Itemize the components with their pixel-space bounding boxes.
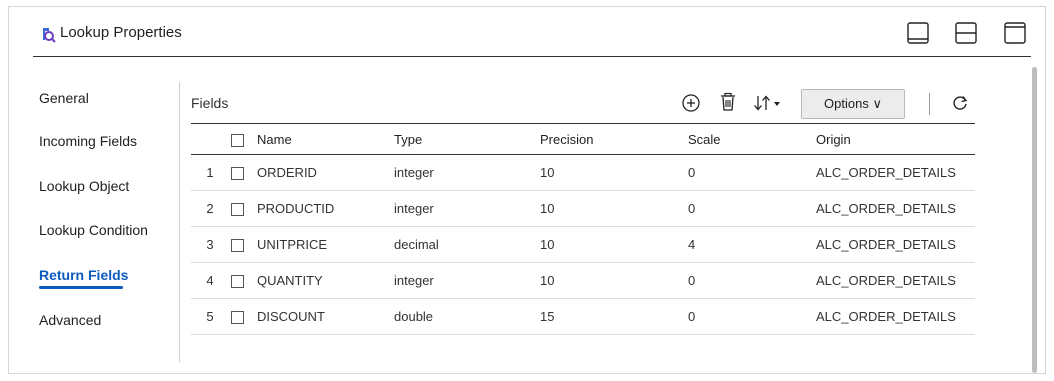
field-type[interactable]: integer — [394, 190, 540, 227]
fields-table: Name Type Precision Scale Origin 1 ORDER… — [191, 123, 975, 335]
row-number: 1 — [191, 154, 229, 191]
nav-item-general[interactable]: General — [39, 90, 89, 106]
table-row[interactable]: 3 UNITPRICE decimal 10 4 ALC_ORDER_DETAI… — [191, 226, 975, 263]
nav-item-advanced[interactable]: Advanced — [39, 312, 101, 328]
row-checkbox-cell — [229, 190, 257, 227]
select-all-checkbox[interactable] — [231, 133, 244, 147]
trash-icon[interactable] — [719, 92, 737, 117]
select-all-cell — [229, 123, 257, 155]
add-circle-icon[interactable] — [681, 93, 701, 118]
field-origin: ALC_ORDER_DETAILS — [816, 262, 975, 299]
toolbar-separator — [929, 93, 930, 115]
field-precision[interactable]: 10 — [540, 190, 688, 227]
row-number: 2 — [191, 190, 229, 227]
properties-nav: General Incoming Fields Lookup Object Lo… — [9, 57, 179, 373]
sort-icon[interactable] — [752, 93, 786, 118]
nav-item-lookup-condition[interactable]: Lookup Condition — [39, 222, 148, 238]
row-checkbox-cell — [229, 262, 257, 299]
field-precision[interactable]: 10 — [540, 226, 688, 263]
field-origin: ALC_ORDER_DETAILS — [816, 154, 975, 191]
field-type[interactable]: integer — [394, 262, 540, 299]
table-row[interactable]: 5 DISCOUNT double 15 0 ALC_ORDER_DETAILS — [191, 298, 975, 335]
field-name[interactable]: DISCOUNT — [257, 298, 394, 335]
row-checkbox[interactable] — [231, 167, 244, 181]
row-checkbox-cell — [229, 226, 257, 263]
field-type[interactable]: double — [394, 298, 540, 335]
row-checkbox[interactable] — [231, 203, 244, 217]
nav-item-incoming-fields[interactable]: Incoming Fields — [39, 133, 137, 149]
column-header-precision[interactable]: Precision — [540, 123, 688, 155]
panel-split-icon[interactable] — [954, 21, 978, 45]
column-header-name[interactable]: Name — [257, 123, 394, 155]
row-checkbox-cell — [229, 298, 257, 335]
column-header-scale[interactable]: Scale — [688, 123, 816, 155]
field-scale[interactable]: 0 — [688, 190, 816, 227]
field-scale[interactable]: 0 — [688, 154, 816, 191]
row-number: 3 — [191, 226, 229, 263]
lookup-properties-panel: Lookup Properties General Incoming Field… — [8, 6, 1046, 374]
nav-item-lookup-object[interactable]: Lookup Object — [39, 178, 129, 194]
lookup-properties-icon — [39, 25, 57, 43]
field-name[interactable]: PRODUCTID — [257, 190, 394, 227]
column-header-origin[interactable]: Origin — [816, 123, 975, 155]
panel-top-icon[interactable] — [1003, 21, 1027, 45]
field-origin: ALC_ORDER_DETAILS — [816, 298, 975, 335]
panel-header: Lookup Properties — [9, 7, 1045, 57]
nav-item-return-fields[interactable]: Return Fields — [39, 267, 128, 283]
fields-heading: Fields — [191, 95, 229, 111]
table-row[interactable]: 2 PRODUCTID integer 10 0 ALC_ORDER_DETAI… — [191, 190, 975, 227]
row-checkbox[interactable] — [231, 275, 244, 289]
column-header-type[interactable]: Type — [394, 123, 540, 155]
field-precision[interactable]: 10 — [540, 262, 688, 299]
options-dropdown-button[interactable]: Options ∨ — [801, 89, 905, 119]
field-precision[interactable]: 10 — [540, 154, 688, 191]
field-name[interactable]: QUANTITY — [257, 262, 394, 299]
table-row[interactable]: 4 QUANTITY integer 10 0 ALC_ORDER_DETAIL… — [191, 262, 975, 299]
nav-divider — [179, 82, 180, 362]
row-number: 5 — [191, 298, 229, 335]
field-scale[interactable]: 0 — [688, 262, 816, 299]
field-type[interactable]: decimal — [394, 226, 540, 263]
field-origin: ALC_ORDER_DETAILS — [816, 190, 975, 227]
row-checkbox[interactable] — [231, 239, 244, 253]
table-header-row: Name Type Precision Scale Origin — [191, 123, 975, 155]
refresh-icon[interactable] — [950, 93, 970, 118]
field-origin: ALC_ORDER_DETAILS — [816, 226, 975, 263]
field-precision[interactable]: 15 — [540, 298, 688, 335]
field-name[interactable]: ORDERID — [257, 154, 394, 191]
panel-bottom-icon[interactable] — [906, 21, 930, 45]
panel-title: Lookup Properties — [60, 24, 182, 41]
active-tab-indicator — [39, 286, 123, 289]
field-scale[interactable]: 0 — [688, 298, 816, 335]
field-scale[interactable]: 4 — [688, 226, 816, 263]
table-row[interactable]: 1 ORDERID integer 10 0 ALC_ORDER_DETAILS — [191, 154, 975, 191]
row-checkbox[interactable] — [231, 311, 244, 325]
row-number: 4 — [191, 262, 229, 299]
field-name[interactable]: UNITPRICE — [257, 226, 394, 263]
row-checkbox-cell — [229, 154, 257, 191]
field-type[interactable]: integer — [394, 154, 540, 191]
row-number-header — [191, 123, 229, 155]
header-divider — [33, 56, 1031, 57]
vertical-scrollbar[interactable] — [1032, 67, 1037, 373]
